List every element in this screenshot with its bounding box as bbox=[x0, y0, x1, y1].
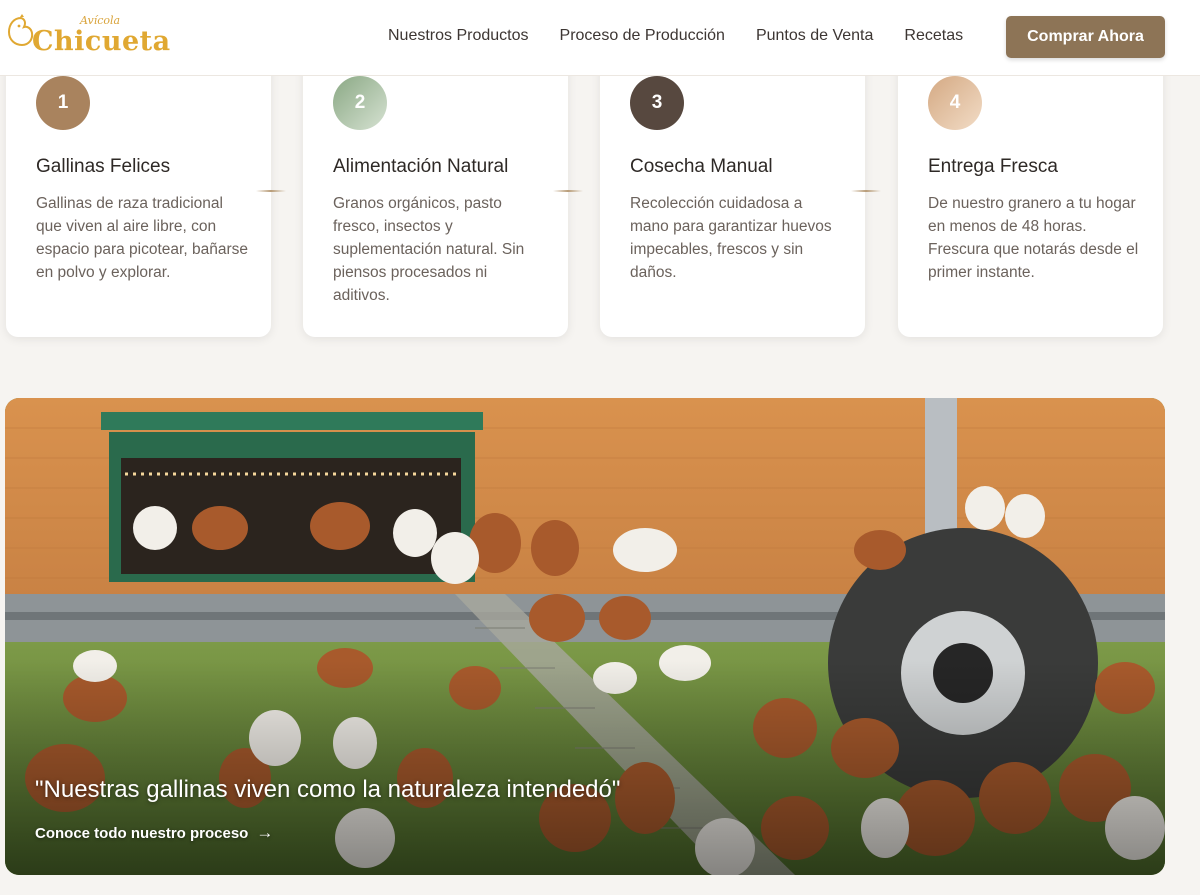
step-description: Recolección cuidadosa a mano para garant… bbox=[630, 195, 832, 281]
process-link[interactable]: Conoce todo nuestro proceso → bbox=[35, 823, 273, 843]
nav-item-puntos-venta[interactable]: Puntos de Venta bbox=[756, 27, 873, 45]
step-card-4: 4 Entrega Fresca De nuestro granero a tu… bbox=[898, 40, 1163, 337]
nav-item-productos[interactable]: Nuestros Productos bbox=[388, 27, 529, 45]
step-connector bbox=[553, 190, 583, 192]
step-description: Granos orgánicos, pasto fresco, insectos… bbox=[333, 195, 525, 304]
hero-banner: "Nuestras gallinas viven como la natural… bbox=[5, 398, 1165, 875]
arrow-right-icon: → bbox=[256, 823, 274, 842]
site-header: Avícola Chicueta Nuestros Productos Proc… bbox=[0, 0, 1200, 76]
step-number-badge: 3 bbox=[630, 76, 684, 130]
process-link-label: Conoce todo nuestro proceso bbox=[35, 824, 249, 842]
step-title: Alimentación Natural bbox=[333, 156, 509, 177]
nav-item-proceso[interactable]: Proceso de Producción bbox=[560, 27, 725, 45]
step-number-badge: 1 bbox=[36, 76, 90, 130]
nav-item-recetas[interactable]: Recetas bbox=[904, 27, 963, 45]
brand-name: Chicueta bbox=[32, 26, 171, 57]
buy-now-button[interactable]: Comprar Ahora bbox=[1006, 16, 1165, 58]
hero-quote: "Nuestras gallinas viven como la natural… bbox=[35, 776, 621, 803]
step-title: Entrega Fresca bbox=[928, 156, 1058, 177]
step-card-3: 3 Cosecha Manual Recolección cuidadosa a… bbox=[600, 40, 865, 337]
step-card-1: 1 Gallinas Felices Gallinas de raza trad… bbox=[6, 40, 271, 337]
step-description: Gallinas de raza tradicional que viven a… bbox=[36, 195, 248, 281]
step-connector bbox=[851, 190, 881, 192]
step-title: Cosecha Manual bbox=[630, 156, 773, 177]
step-number-badge: 2 bbox=[333, 76, 387, 130]
step-connector bbox=[256, 190, 286, 192]
step-number-badge: 4 bbox=[928, 76, 982, 130]
step-title: Gallinas Felices bbox=[36, 156, 171, 177]
step-card-2: 2 Alimentación Natural Granos orgánicos,… bbox=[303, 40, 568, 337]
step-description: De nuestro granero a tu hogar en menos d… bbox=[928, 195, 1139, 281]
brand-logo[interactable]: Avícola Chicueta bbox=[6, 12, 170, 64]
main-nav: Nuestros Productos Proceso de Producción… bbox=[388, 27, 994, 45]
